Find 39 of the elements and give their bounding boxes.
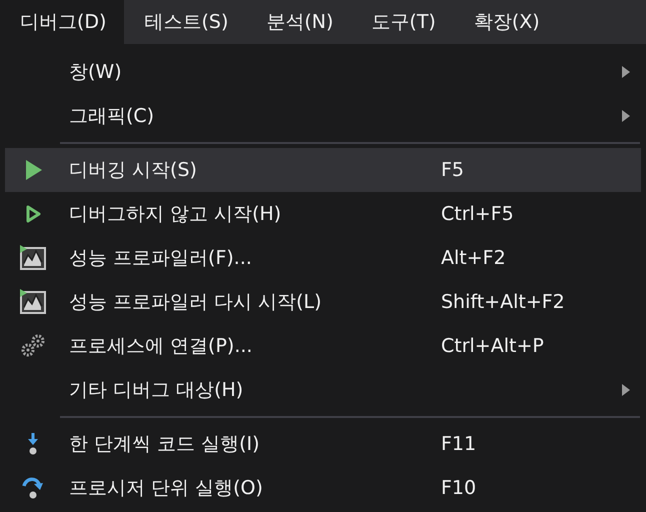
gears-icon bbox=[20, 334, 46, 358]
menu-item[interactable]: 그래픽(C) bbox=[5, 94, 641, 138]
menu-item-label: 성능 프로파일러 다시 시작(L) bbox=[68, 290, 323, 315]
play-icon bbox=[23, 159, 43, 181]
shortcut-text: Ctrl+F5 bbox=[441, 203, 514, 225]
shortcut-text: F11 bbox=[441, 433, 476, 455]
menu-item-label: 한 단계씩 코드 실행(I) bbox=[68, 432, 261, 457]
menu-bar-item[interactable]: 디버그(D) bbox=[0, 0, 124, 44]
menu-item[interactable]: 성능 프로파일러 다시 시작(L) Shift+Alt+F2 bbox=[5, 280, 641, 324]
shortcut-text: Ctrl+Alt+P bbox=[441, 335, 544, 357]
menu-item-label: 창(W) bbox=[68, 60, 123, 85]
menu-bar-item[interactable]: 테스트(S) bbox=[124, 0, 246, 44]
menu-item[interactable]: 성능 프로파일러(F)... Alt+F2 bbox=[5, 236, 641, 280]
menu-item[interactable]: 창(W) bbox=[5, 50, 641, 94]
menu-item-label: 디버깅 시작(S) bbox=[68, 158, 198, 183]
shortcut-text: F5 bbox=[441, 159, 464, 181]
menu-item-label: 디버그하지 않고 시작(H) bbox=[68, 202, 282, 227]
menu-bar-item[interactable]: 확장(X) bbox=[454, 0, 558, 44]
menu-item[interactable]: 디버깅 시작(S) F5 bbox=[5, 148, 641, 192]
chart-icon bbox=[19, 289, 47, 315]
menu-item-label: 프로세스에 연결(P)... bbox=[68, 334, 254, 359]
step-into-icon bbox=[26, 432, 40, 456]
shortcut-text: Shift+Alt+F2 bbox=[441, 291, 565, 313]
menu-item[interactable]: 프로세스에 연결(P)... Ctrl+Alt+P bbox=[5, 324, 641, 368]
shortcut-text: F10 bbox=[441, 477, 476, 499]
menu-item[interactable]: 디버그하지 않고 시작(H) Ctrl+F5 bbox=[5, 192, 641, 236]
menu-item[interactable]: 기타 디버그 대상(H) bbox=[5, 368, 641, 412]
menu-item-label: 성능 프로파일러(F)... bbox=[68, 246, 253, 271]
menu-item-label: 그래픽(C) bbox=[68, 104, 156, 129]
step-over-icon bbox=[21, 476, 45, 500]
menu-item-label: 기타 디버그 대상(H) bbox=[68, 378, 244, 403]
menu-item[interactable]: 프로시저 단위 실행(O) F10 bbox=[5, 466, 641, 510]
menu-bar-item[interactable]: 도구(T) bbox=[351, 0, 454, 44]
play-outline-icon bbox=[25, 205, 41, 223]
shortcut-text: Alt+F2 bbox=[441, 247, 506, 269]
menu-bar-item[interactable]: 분석(N) bbox=[246, 0, 352, 44]
menu-item[interactable]: 한 단계씩 코드 실행(I) F11 bbox=[5, 422, 641, 466]
menu-item-label: 프로시저 단위 실행(O) bbox=[68, 476, 264, 501]
chart-icon bbox=[19, 245, 47, 271]
